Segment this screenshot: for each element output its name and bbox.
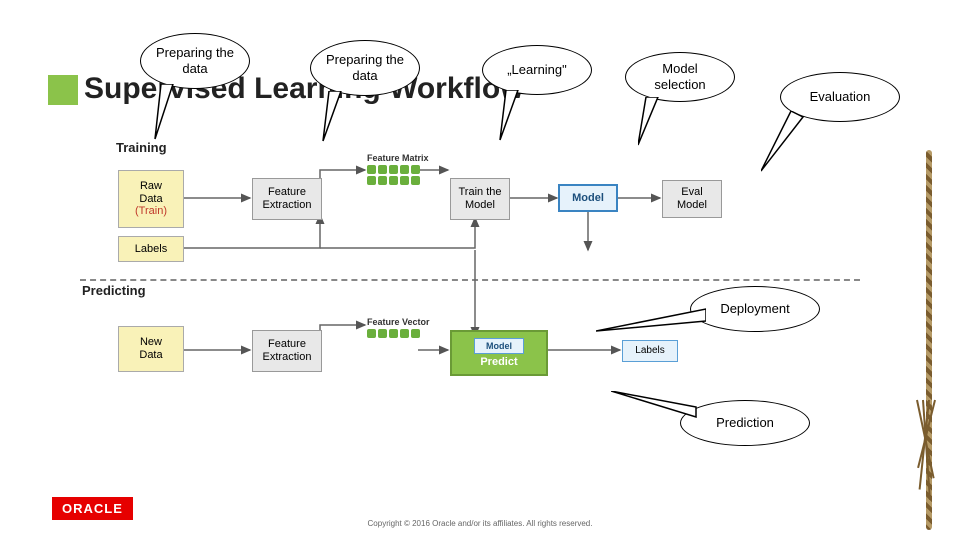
label-feature-vector: Feature Vector [367,317,430,327]
bubble-deployment-text: Deployment [720,301,789,317]
box-model: Model [558,184,618,212]
box-labels-train: Labels [118,236,184,262]
box-predict: Model Predict [450,330,548,376]
raw-l2: Data [139,193,162,206]
bubble-prep2: Preparing the data [310,40,420,96]
bubble-evaluation: Evaluation [780,72,900,122]
bubble-learning-text: „Learning" [507,62,567,78]
box-train-model: Train the Model [450,178,510,220]
bubble-prep1: Preparing the data [140,33,250,89]
predict-label: Predict [480,356,517,369]
oracle-logo: ORACLE [52,497,133,520]
bubble-learning: „Learning" [482,45,592,95]
raw-l3: (Train) [135,205,167,218]
box-new-data: New Data [118,326,184,372]
label-feature-matrix: Feature Matrix [367,153,429,163]
box-feature-extraction-2: Feature Extraction [252,330,322,372]
bubble-modelsel-text: Model selection [636,61,724,92]
copyright: Copyright © 2016 Oracle and/or its affil… [368,519,593,528]
bubble-evaluation-text: Evaluation [810,89,871,105]
bubble-prep2-text: Preparing the data [321,52,409,83]
box-raw-data-train: Raw Data (Train) [118,170,184,228]
new-l1: New [140,336,162,349]
bubble-deployment: Deployment [690,286,820,332]
new-l2: Data [139,349,162,362]
divider [80,279,860,281]
feature-vector-icon [367,329,420,338]
rope-fray [906,400,946,520]
raw-l1: Raw [140,180,162,193]
box-labels-out: Labels [622,340,678,362]
bubble-prediction-text: Prediction [716,415,774,431]
feature-matrix-icon [367,165,420,185]
box-eval-model: Eval Model [662,180,722,218]
bubble-modelsel: Model selection [625,52,735,102]
box-model-small: Model [474,338,524,354]
box-feature-extraction-1: Feature Extraction [252,178,322,220]
section-predicting: Predicting [82,283,146,298]
bubble-prep1-text: Preparing the data [151,45,239,76]
accent-bar [48,75,78,105]
bubble-prediction: Prediction [680,400,810,446]
